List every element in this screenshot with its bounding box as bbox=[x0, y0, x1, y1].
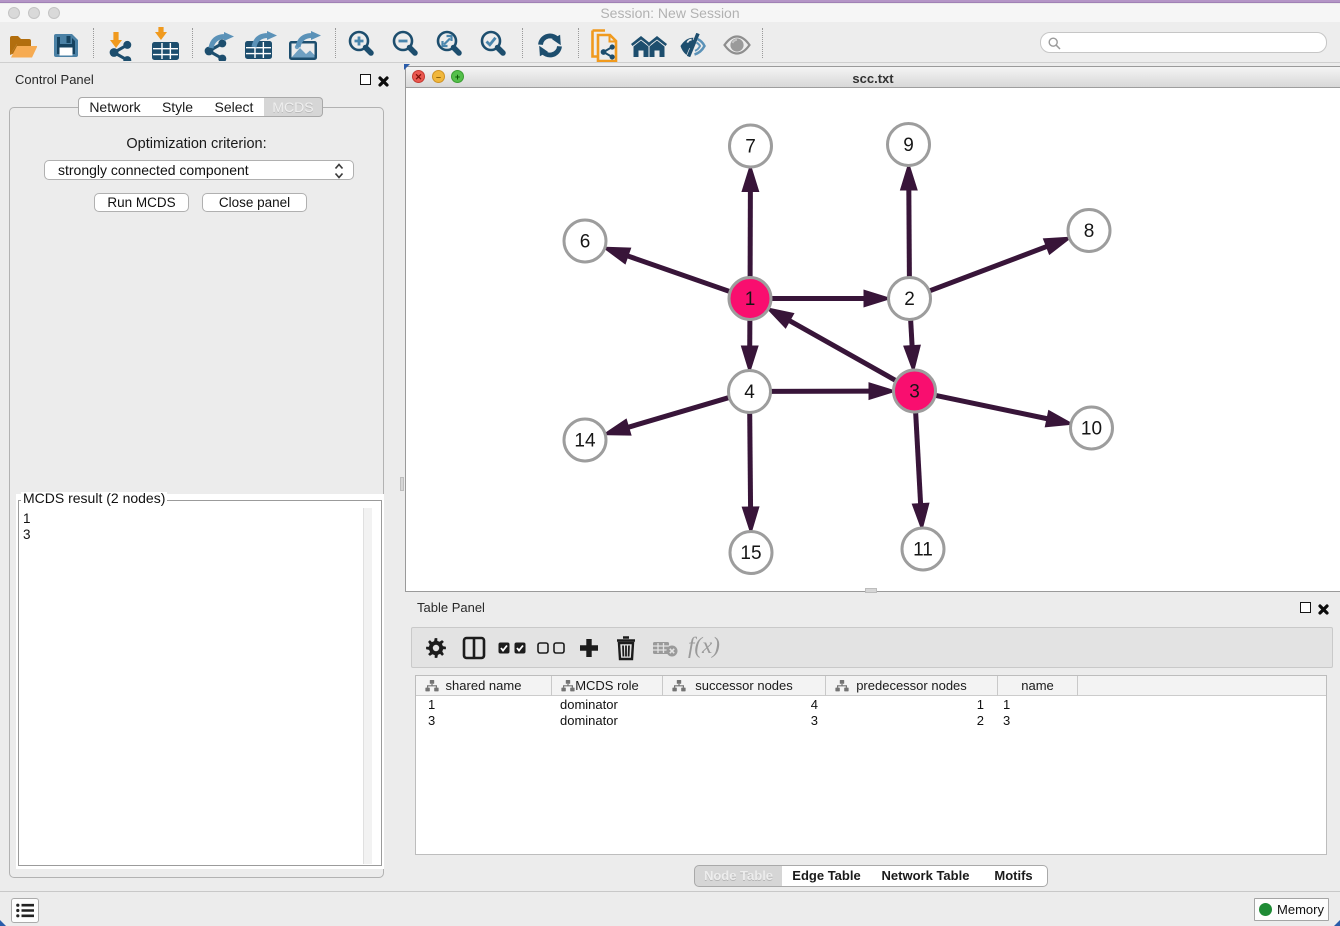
svg-text:3: 3 bbox=[909, 382, 920, 403]
svg-text:7: 7 bbox=[745, 137, 756, 158]
svg-text:2: 2 bbox=[904, 289, 915, 310]
svg-text:10: 10 bbox=[1081, 419, 1102, 440]
svg-text:9: 9 bbox=[903, 135, 914, 156]
svg-text:11: 11 bbox=[913, 540, 933, 561]
svg-text:15: 15 bbox=[740, 543, 761, 564]
svg-text:1: 1 bbox=[745, 289, 756, 310]
svg-text:14: 14 bbox=[574, 431, 596, 452]
svg-text:4: 4 bbox=[744, 382, 755, 403]
svg-text:8: 8 bbox=[1084, 221, 1095, 242]
svg-text:6: 6 bbox=[580, 232, 591, 253]
